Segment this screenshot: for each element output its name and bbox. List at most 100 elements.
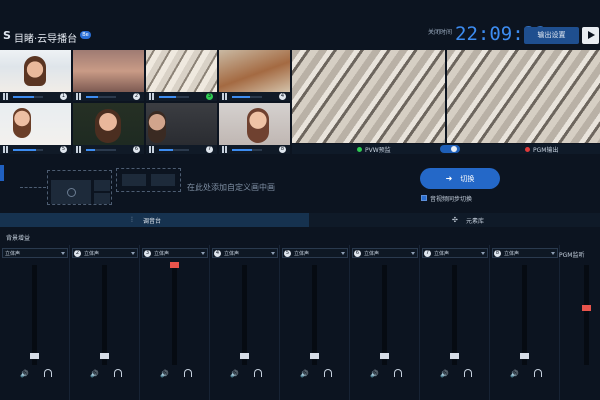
switch-button[interactable]: ➜ 切换 <box>420 168 500 189</box>
pause-icon[interactable] <box>76 93 82 100</box>
source-thumbnail[interactable] <box>0 50 71 92</box>
volume-slider[interactable] <box>232 149 262 151</box>
fader-track[interactable] <box>172 265 177 365</box>
source-tile[interactable]: 2 <box>73 50 144 101</box>
source-number: 2 <box>133 93 140 100</box>
speaker-icon[interactable]: 🔊 <box>370 370 379 378</box>
headphone-icon[interactable] <box>394 369 402 377</box>
mixer-channels: 立体声 🔊 2 立体声 🔊 3 立体声 🔊 4 立体声 🔊 5 立体声 🔊 6 … <box>0 245 600 400</box>
fader-track[interactable] <box>32 265 37 365</box>
play-icon[interactable] <box>582 27 599 44</box>
headphone-icon[interactable] <box>44 369 52 377</box>
tab-mixer[interactable]: ⫶ 调音台 <box>0 213 309 227</box>
transition-panel: 在此处添加自定义画中画 ➜ 切换 音视频同步切换 <box>0 157 600 212</box>
channel-mode-select[interactable]: 立体声 <box>2 248 68 258</box>
volume-slider[interactable] <box>13 96 43 98</box>
fader-knob[interactable] <box>170 262 179 268</box>
speaker-icon[interactable]: 🔊 <box>440 370 449 378</box>
channel-mode-select[interactable]: 3 立体声 <box>142 248 208 258</box>
volume-slider[interactable] <box>232 96 262 98</box>
source-number: 7 <box>206 146 213 153</box>
pause-icon[interactable] <box>149 146 155 153</box>
fader-knob[interactable] <box>30 353 39 359</box>
channel-mode-select[interactable]: 8 立体声 <box>492 248 558 258</box>
headphone-icon[interactable] <box>534 369 542 377</box>
fader-track[interactable] <box>522 265 527 365</box>
source-thumbnail[interactable] <box>146 50 217 92</box>
channel-mode-select[interactable]: 2 立体声 <box>72 248 138 258</box>
pgm-fader-knob[interactable] <box>582 305 591 311</box>
pause-icon[interactable] <box>76 146 82 153</box>
speaker-icon[interactable]: 🔊 <box>90 370 99 378</box>
layout-tab-button[interactable] <box>0 165 4 181</box>
source-number: 3 <box>206 93 213 100</box>
pgm-label: PGM输出 <box>533 147 559 154</box>
source-tile[interactable]: 3 <box>146 50 217 101</box>
pause-icon[interactable] <box>3 146 9 153</box>
headphone-icon[interactable] <box>114 369 122 377</box>
chevron-down-icon <box>61 252 65 255</box>
source-tile[interactable]: 1 <box>0 50 71 101</box>
channel-mode-select[interactable]: 4 立体声 <box>212 248 278 258</box>
pvw-label: PVW预监 <box>365 147 391 154</box>
sync-checkbox[interactable] <box>421 195 427 201</box>
speaker-icon[interactable]: 🔊 <box>300 370 309 378</box>
volume-slider[interactable] <box>159 96 189 98</box>
speaker-icon[interactable]: 🔊 <box>230 370 239 378</box>
channel-mode-select[interactable]: 6 立体声 <box>352 248 418 258</box>
speaker-icon[interactable]: 🔊 <box>160 370 169 378</box>
pause-icon[interactable] <box>3 93 9 100</box>
source-tile[interactable]: 8 <box>219 103 290 154</box>
mixer-channel: 立体声 🔊 <box>0 245 70 400</box>
pip-layout-template[interactable] <box>47 170 112 205</box>
source-thumbnail[interactable] <box>73 50 144 92</box>
source-tile[interactable]: 5 <box>0 103 71 154</box>
pip-layout-template[interactable] <box>116 168 181 192</box>
volume-slider[interactable] <box>13 149 43 151</box>
volume-slider[interactable] <box>86 149 116 151</box>
fader-knob[interactable] <box>520 353 529 359</box>
fader-track[interactable] <box>382 265 387 365</box>
channel-mode-select[interactable]: 7 立体声 <box>422 248 488 258</box>
tab-library[interactable]: ✣ 元素库 <box>309 213 600 227</box>
fader-knob[interactable] <box>100 353 109 359</box>
headphone-icon[interactable] <box>184 369 192 377</box>
source-tile[interactable]: 4 <box>219 50 290 101</box>
fader-knob[interactable] <box>310 353 319 359</box>
volume-slider[interactable] <box>86 96 116 98</box>
source-tile[interactable]: 7 <box>146 103 217 154</box>
channel-number: 7 <box>424 250 431 257</box>
speaker-icon[interactable]: 🔊 <box>510 370 519 378</box>
source-thumbnail[interactable] <box>219 50 290 92</box>
fader-track[interactable] <box>312 265 317 365</box>
volume-slider[interactable] <box>159 149 189 151</box>
pip-slot <box>151 174 175 186</box>
speaker-icon[interactable]: 🔊 <box>20 370 29 378</box>
fader-track[interactable] <box>452 265 457 365</box>
monitor-toggle[interactable] <box>440 145 460 153</box>
headphone-icon[interactable] <box>464 369 472 377</box>
pgm-fader-track[interactable] <box>584 265 589 365</box>
fader-knob[interactable] <box>450 353 459 359</box>
source-thumbnail[interactable] <box>146 103 217 145</box>
headphone-icon[interactable] <box>254 369 262 377</box>
pause-icon[interactable] <box>222 146 228 153</box>
pause-icon[interactable] <box>149 93 155 100</box>
source-thumbnail[interactable] <box>219 103 290 145</box>
headphone-icon[interactable] <box>324 369 332 377</box>
source-thumbnail[interactable] <box>73 103 144 145</box>
chevron-down-icon <box>341 252 345 255</box>
fader-knob[interactable] <box>240 353 249 359</box>
output-settings-button[interactable]: 输出设置 <box>524 27 579 44</box>
fader-knob[interactable] <box>380 353 389 359</box>
pause-icon[interactable] <box>222 93 228 100</box>
fader-track[interactable] <box>102 265 107 365</box>
source-thumbnail[interactable] <box>0 103 71 145</box>
arrow-right-icon: ➜ <box>445 174 453 183</box>
source-number: 4 <box>279 93 286 100</box>
fader-track[interactable] <box>242 265 247 365</box>
source-tile[interactable]: 6 <box>73 103 144 154</box>
channel-mode-select[interactable]: 5 立体声 <box>282 248 348 258</box>
channel-number: 8 <box>494 250 501 257</box>
channel-number: 6 <box>354 250 361 257</box>
